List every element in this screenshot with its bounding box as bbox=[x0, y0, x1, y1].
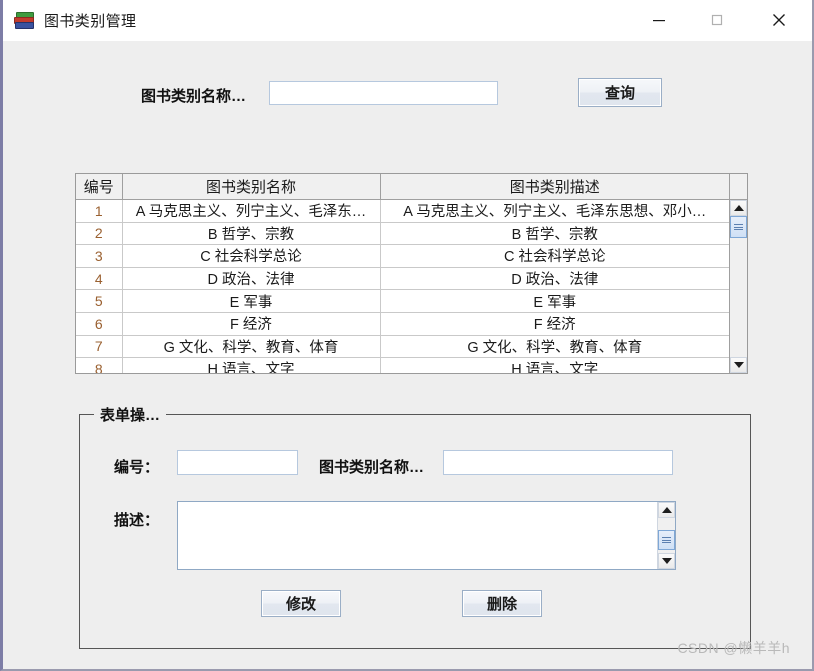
column-header-desc[interactable]: 图书类别描述 bbox=[380, 174, 729, 200]
book-stack-icon bbox=[13, 10, 35, 30]
form-actions: 修改 删除 bbox=[80, 590, 750, 620]
title-bar: 图书类别管理 bbox=[3, 0, 812, 41]
grip-icon bbox=[662, 536, 671, 545]
cell-desc: B 哲学、宗教 bbox=[380, 222, 729, 246]
cell-desc: H 语言、文字 bbox=[380, 357, 729, 373]
close-button[interactable] bbox=[746, 0, 812, 40]
chevron-up-icon bbox=[661, 507, 672, 513]
table-viewport: 编号 图书类别名称 图书类别描述 1 A 马克思主义、列宁主义、毛泽东… A 马… bbox=[76, 174, 729, 373]
desc-scrollbar-thumb[interactable] bbox=[658, 530, 675, 550]
cell-id: 5 bbox=[76, 289, 123, 313]
desc-scrollbar-track[interactable] bbox=[658, 518, 675, 553]
delete-button[interactable]: 删除 bbox=[462, 590, 542, 617]
maximize-icon bbox=[711, 14, 723, 26]
cell-name: D 政治、法律 bbox=[122, 267, 381, 291]
book-category-window: 图书类别管理 图书类别名称… 查询 编号 图书类别名称 图书类别描述 1 A 马… bbox=[0, 0, 814, 671]
table-row[interactable]: 7 G 文化、科学、教育、体育 G 文化、科学、教育、体育 bbox=[76, 335, 729, 359]
chevron-down-icon bbox=[733, 362, 744, 368]
cell-id: 1 bbox=[76, 199, 123, 223]
edit-button[interactable]: 修改 bbox=[261, 590, 341, 617]
minimize-button[interactable] bbox=[630, 0, 688, 40]
cell-desc: D 政治、法律 bbox=[380, 267, 729, 291]
description-label: 描述： bbox=[114, 512, 160, 529]
close-icon bbox=[773, 14, 785, 26]
column-header-id[interactable]: 编号 bbox=[76, 174, 123, 200]
search-input[interactable] bbox=[269, 81, 498, 105]
category-name-field[interactable] bbox=[443, 450, 673, 475]
window-title: 图书类别管理 bbox=[44, 12, 137, 30]
table-header-row: 编号 图书类别名称 图书类别描述 bbox=[76, 174, 729, 200]
chevron-down-icon bbox=[661, 558, 672, 564]
grip-icon bbox=[734, 223, 743, 232]
desc-scroll-down-button[interactable] bbox=[658, 553, 675, 569]
table-row[interactable]: 8 H 语言、文字 H 语言、文字 bbox=[76, 357, 729, 373]
cell-id: 8 bbox=[76, 357, 123, 373]
table-row[interactable]: 5 E 军事 E 军事 bbox=[76, 289, 729, 313]
column-header-name[interactable]: 图书类别名称 bbox=[122, 174, 381, 200]
cell-name: E 军事 bbox=[122, 289, 381, 313]
table-body: 1 A 马克思主义、列宁主义、毛泽东… A 马克思主义、列宁主义、毛泽东思想、邓… bbox=[76, 199, 729, 373]
form-panel: 表单操… 编号： 图书类别名称… 描述： 修改 删除 bbox=[79, 404, 751, 649]
cell-desc: G 文化、科学、教育、体育 bbox=[380, 335, 729, 359]
table-row[interactable]: 1 A 马克思主义、列宁主义、毛泽东… A 马克思主义、列宁主义、毛泽东思想、邓… bbox=[76, 199, 729, 223]
cell-name: G 文化、科学、教育、体育 bbox=[122, 335, 381, 359]
window-controls bbox=[630, 0, 812, 40]
scrollbar-corner bbox=[730, 174, 747, 200]
chevron-up-icon bbox=[733, 205, 744, 211]
minimize-icon bbox=[653, 20, 665, 22]
cell-id: 2 bbox=[76, 222, 123, 246]
category-name-label: 图书类别名称… bbox=[319, 459, 425, 476]
cell-desc: F 经济 bbox=[380, 312, 729, 336]
query-button[interactable]: 查询 bbox=[578, 78, 662, 107]
category-table: 编号 图书类别名称 图书类别描述 1 A 马克思主义、列宁主义、毛泽东… A 马… bbox=[75, 173, 748, 374]
id-label: 编号： bbox=[114, 459, 160, 476]
scrollbar-track[interactable] bbox=[730, 216, 747, 357]
table-row[interactable]: 4 D 政治、法律 D 政治、法律 bbox=[76, 267, 729, 291]
table-row[interactable]: 6 F 经济 F 经济 bbox=[76, 312, 729, 336]
cell-id: 3 bbox=[76, 244, 123, 268]
table-grid: 编号 图书类别名称 图书类别描述 1 A 马克思主义、列宁主义、毛泽东… A 马… bbox=[76, 174, 729, 373]
cell-desc: A 马克思主义、列宁主义、毛泽东思想、邓小… bbox=[380, 199, 729, 223]
cell-name: H 语言、文字 bbox=[122, 357, 381, 373]
description-textarea[interactable] bbox=[178, 502, 657, 569]
scroll-down-button[interactable] bbox=[730, 357, 747, 373]
scroll-up-button[interactable] bbox=[730, 200, 747, 216]
cell-desc: C 社会科学总论 bbox=[380, 244, 729, 268]
desc-scroll-up-button[interactable] bbox=[658, 502, 675, 518]
description-scrollbar[interactable] bbox=[657, 502, 675, 569]
cell-name: C 社会科学总论 bbox=[122, 244, 381, 268]
form-panel-title: 表单操… bbox=[94, 404, 167, 425]
table-scrollbar[interactable] bbox=[729, 174, 747, 373]
cell-id: 6 bbox=[76, 312, 123, 336]
cell-desc: E 军事 bbox=[380, 289, 729, 313]
maximize-button[interactable] bbox=[688, 0, 746, 40]
table-row[interactable]: 2 B 哲学、宗教 B 哲学、宗教 bbox=[76, 222, 729, 246]
watermark: CSDN @懒羊羊h bbox=[677, 640, 790, 656]
search-bar: 图书类别名称… 查询 bbox=[3, 78, 812, 109]
cell-name: F 经济 bbox=[122, 312, 381, 336]
cell-name: A 马克思主义、列宁主义、毛泽东… bbox=[122, 199, 381, 223]
search-label: 图书类别名称… bbox=[141, 88, 247, 105]
content-area: 图书类别名称… 查询 编号 图书类别名称 图书类别描述 1 A 马克思主义、列宁… bbox=[3, 41, 812, 669]
cell-name: B 哲学、宗教 bbox=[122, 222, 381, 246]
cell-id: 7 bbox=[76, 335, 123, 359]
cell-id: 4 bbox=[76, 267, 123, 291]
table-row[interactable]: 3 C 社会科学总论 C 社会科学总论 bbox=[76, 244, 729, 268]
description-box bbox=[177, 501, 676, 570]
id-field[interactable] bbox=[177, 450, 298, 475]
scrollbar-thumb[interactable] bbox=[730, 216, 747, 238]
